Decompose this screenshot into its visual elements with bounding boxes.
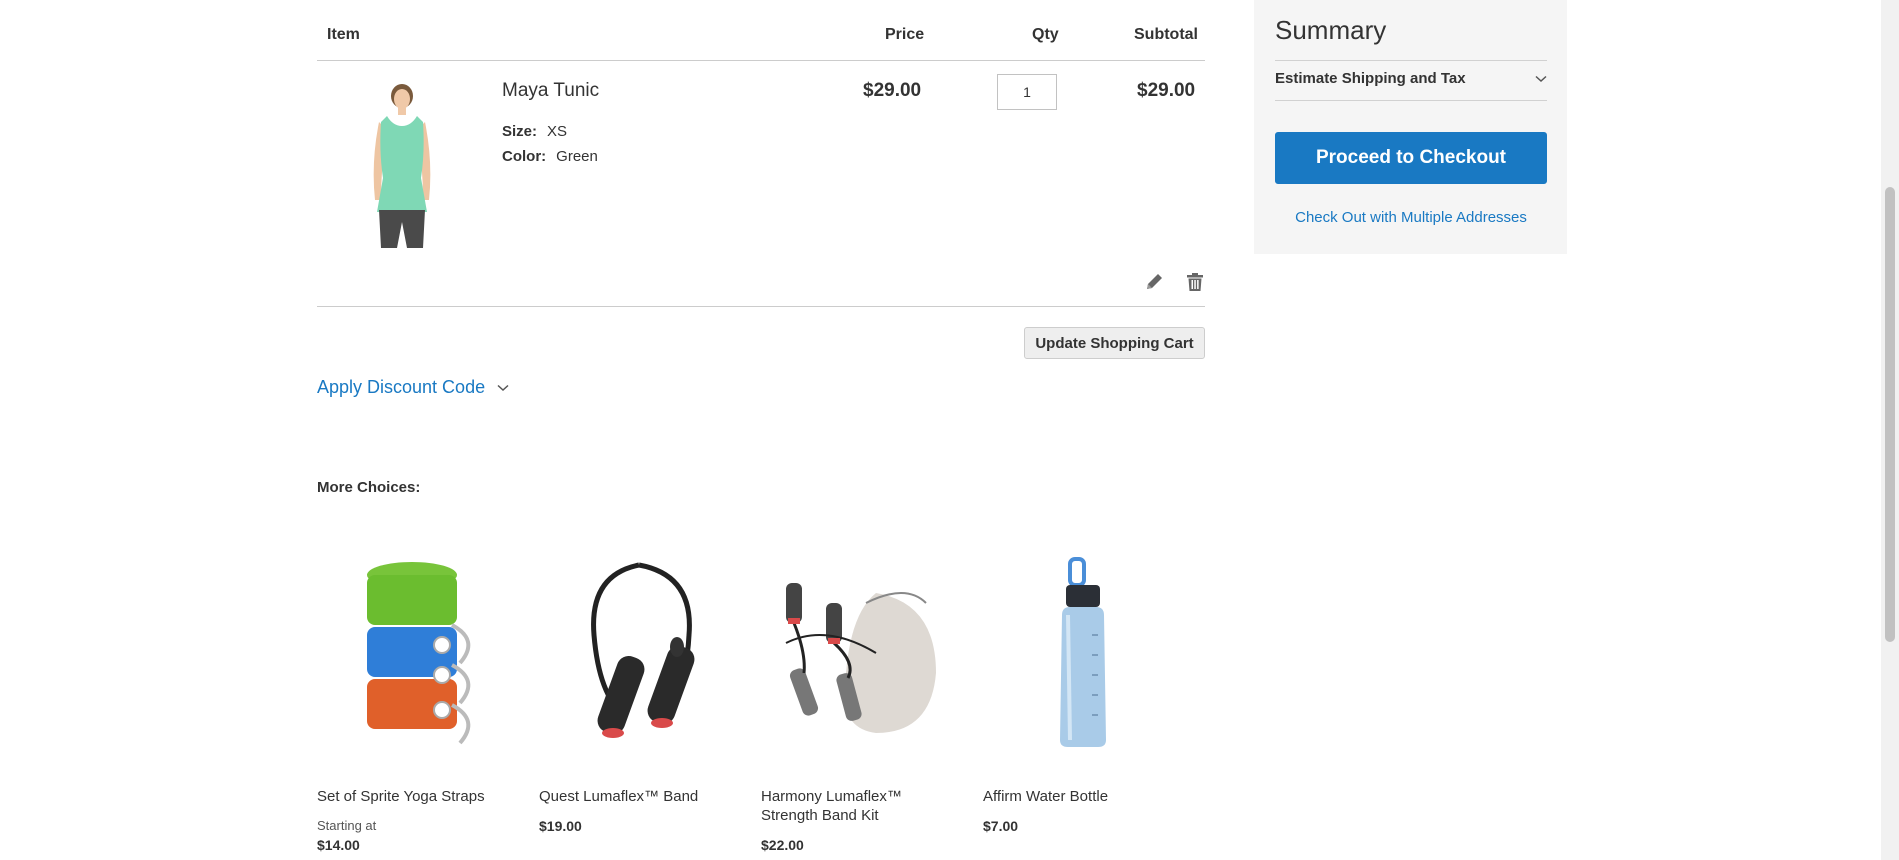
product-thumb[interactable] — [317, 550, 517, 755]
option-size: Size: XS — [502, 122, 567, 142]
column-header-price: Price — [885, 26, 925, 43]
option-color: Color: Green — [502, 147, 598, 167]
product-card: Harmony Lumaflex™ Strength Band Kit $22.… — [761, 550, 961, 853]
product-card: Quest Lumaflex™ Band $19.00 — [539, 550, 739, 834]
option-label: Size: — [502, 123, 538, 140]
proceed-to-checkout-button[interactable]: Proceed to Checkout — [1275, 132, 1547, 184]
product-thumb[interactable] — [761, 550, 961, 755]
product-card: Set of Sprite Yoga Straps Starting at $1… — [317, 550, 517, 853]
product-price: $7.00 — [983, 818, 1019, 834]
product-price: $19.00 — [539, 818, 582, 834]
summary-title: Summary — [1275, 15, 1387, 45]
option-label: Color: — [502, 148, 547, 165]
column-header-subtotal: Subtotal — [1134, 26, 1198, 43]
apply-discount-label: Apply Discount Code — [317, 377, 486, 397]
lumaflex-band-image — [591, 562, 695, 738]
table-footer-divider — [317, 306, 1205, 307]
strength-band-kit-image — [785, 582, 936, 733]
column-header-item: Item — [327, 26, 360, 43]
chevron-down-icon — [1535, 75, 1547, 82]
apply-discount-toggle[interactable]: Apply Discount Code — [317, 377, 509, 398]
estimate-shipping-label: Estimate Shipping and Tax — [1275, 70, 1466, 87]
product-price: $22.00 — [761, 837, 804, 853]
pencil-icon[interactable] — [1143, 270, 1165, 294]
summary-divider — [1275, 100, 1547, 101]
product-name-link[interactable]: Quest Lumaflex™ Band — [539, 787, 739, 806]
product-name-link[interactable]: Maya Tunic — [502, 79, 599, 103]
option-value: XS — [547, 123, 568, 140]
summary-panel: Summary Estimate Shipping and Tax Procee… — [1254, 0, 1567, 254]
update-cart-button[interactable]: Update Shopping Cart — [1024, 327, 1205, 359]
multiple-addresses-link[interactable]: Check Out with Multiple Addresses — [1275, 209, 1547, 226]
water-bottle-image — [1060, 557, 1106, 747]
yoga-straps-image — [367, 562, 471, 745]
trash-icon[interactable] — [1184, 270, 1206, 294]
product-name-link[interactable]: Set of Sprite Yoga Straps — [317, 787, 517, 806]
more-choices-heading: More Choices: — [317, 479, 421, 496]
chevron-down-icon — [497, 384, 509, 391]
product-name-link[interactable]: Harmony Lumaflex™ Strength Band Kit — [761, 787, 961, 825]
price-starting-label: Starting at — [317, 818, 377, 833]
estimate-shipping-toggle[interactable]: Estimate Shipping and Tax — [1275, 70, 1547, 87]
column-header-qty: Qty — [1032, 26, 1059, 43]
option-value: Green — [556, 148, 598, 165]
summary-divider — [1275, 60, 1547, 61]
table-header-divider — [317, 60, 1205, 61]
product-thumb[interactable] — [539, 550, 739, 755]
item-subtotal: $29.00 — [1137, 80, 1196, 101]
product-name-link[interactable]: Affirm Water Bottle — [983, 787, 1183, 806]
product-price: $14.00 — [317, 837, 360, 853]
scrollbar-thumb[interactable] — [1885, 187, 1895, 642]
product-thumb[interactable] — [983, 550, 1183, 755]
item-price: $29.00 — [863, 80, 922, 101]
qty-input[interactable] — [997, 74, 1057, 110]
product-image[interactable] — [355, 82, 449, 248]
product-card: Affirm Water Bottle $7.00 — [983, 550, 1183, 834]
